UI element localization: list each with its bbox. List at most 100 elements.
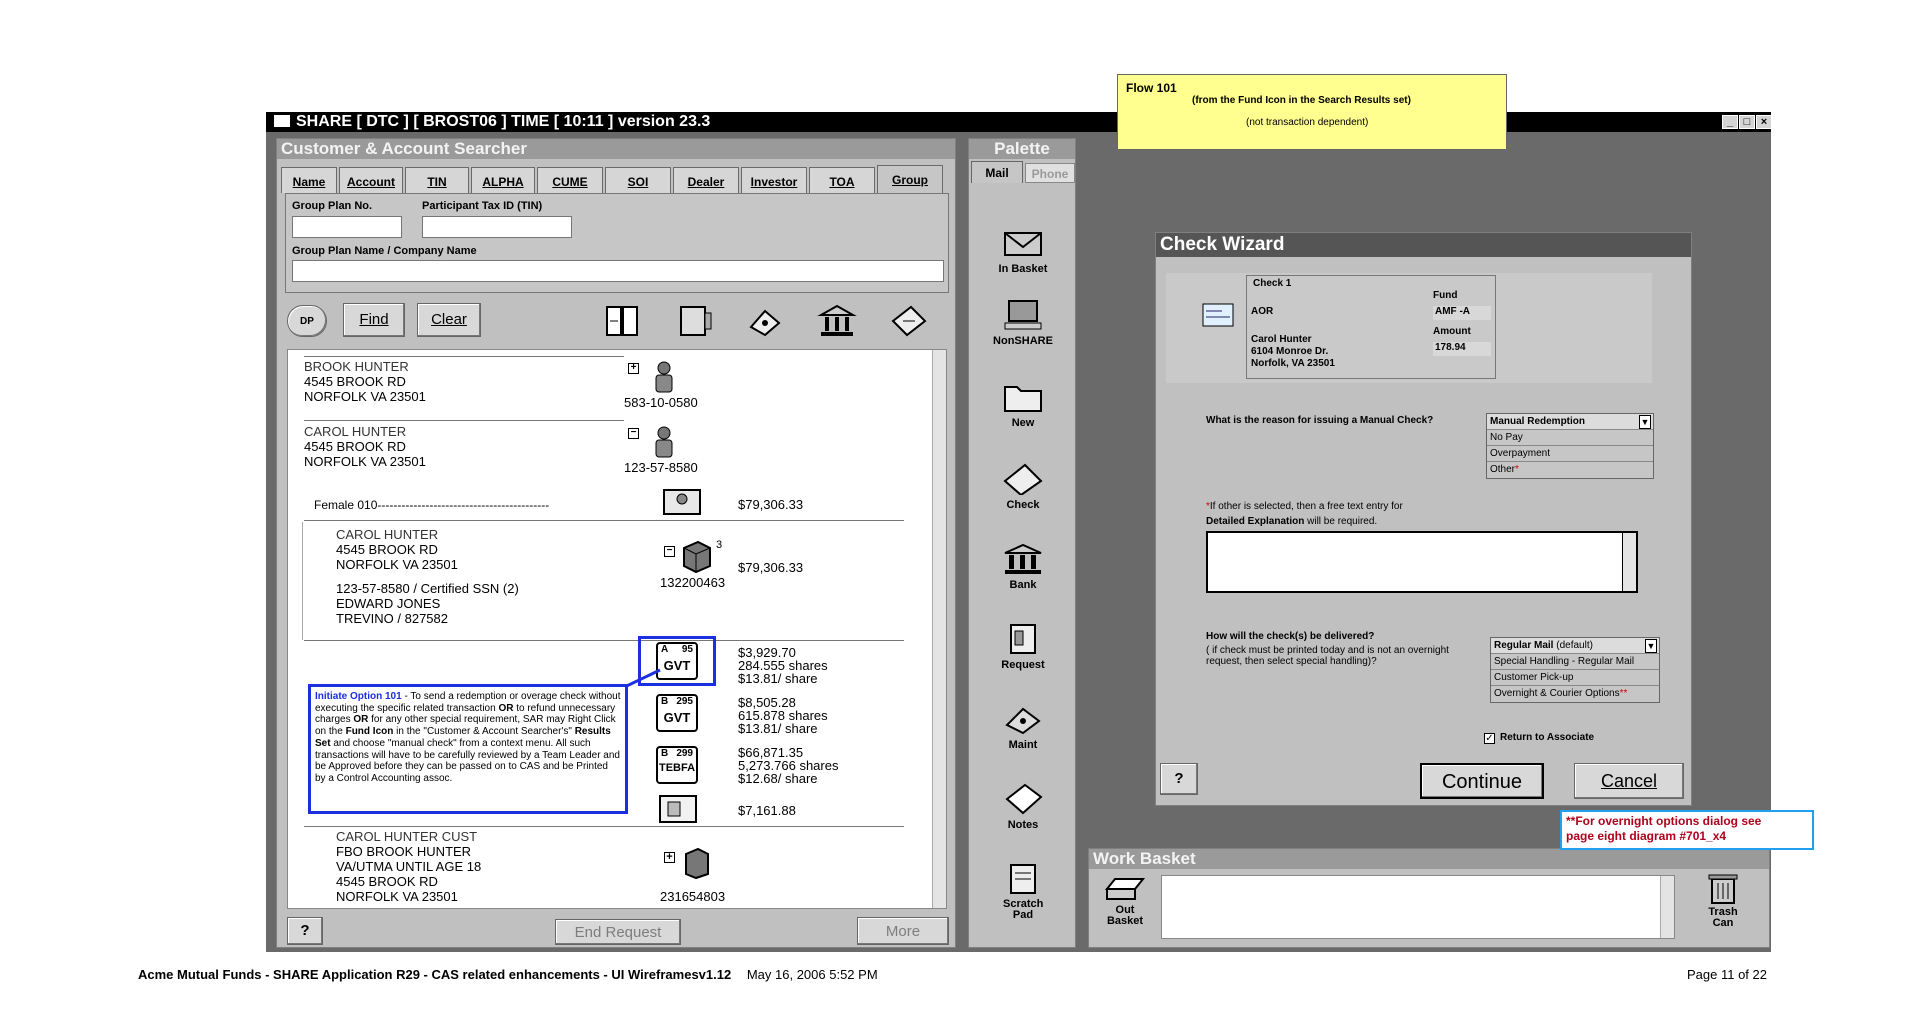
tab-account[interactable]: Account [339,167,403,193]
expand-icon[interactable]: + [664,852,675,863]
tab-tin[interactable]: TIN [405,167,469,193]
return-label: Return to Associate [1500,732,1595,743]
reason-select[interactable]: Manual Redemption ▼ No Pay Overpayment O… [1486,413,1654,479]
entry-addr2: NORFOLK VA 23501 [304,389,426,404]
footer-document-title: Acme Mutual Funds - SHARE Application R2… [138,967,878,982]
maximize-icon[interactable]: □ [1739,115,1755,129]
collapse-icon[interactable]: − [664,546,675,557]
palette-request[interactable]: Request [969,623,1077,671]
explanation-scrollbar[interactable] [1622,533,1636,591]
tab-name[interactable]: Name [281,167,337,193]
tab-phone[interactable]: Phone [1025,163,1075,183]
expand-icon[interactable]: + [628,363,639,374]
overnight-line-2: page eight diagram #701_x4 [1566,829,1727,843]
tab-cume[interactable]: CUME [537,167,603,193]
fund-price: $13.81/ share [738,721,818,736]
delivery-note-2: request, then select special handling)? [1206,656,1377,667]
portfolio-icon[interactable] [662,488,702,516]
group-plan-input[interactable] [292,216,402,238]
dp-button[interactable]: DP [287,305,327,337]
close-icon[interactable]: × [1756,115,1772,129]
palette-in-basket[interactable]: In Basket [969,227,1077,275]
phone-icon[interactable] [745,303,785,339]
return-checkbox[interactable]: ✓ [1484,733,1495,744]
group-plan-name-input[interactable] [292,260,944,282]
person-icon[interactable] [650,360,678,394]
explain-note-2: Detailed Explanation will be required. [1206,516,1378,527]
trash-can-button[interactable]: Trash Can [1693,871,1753,929]
tab-toa[interactable]: TOA [809,167,875,193]
palette-check[interactable]: Check [969,463,1077,511]
delivery-option[interactable]: Customer Pick-up [1491,670,1659,686]
account-cube-icon[interactable] [682,846,712,880]
palette-scratch-pad[interactable]: Scratch Pad [969,863,1077,921]
fund-icon[interactable]: B 299 TEBFA [656,746,698,784]
reason-option[interactable]: Manual Redemption [1487,414,1653,430]
cancel-button[interactable]: Cancel [1574,763,1684,799]
group-plan-label: Group Plan No. [292,200,373,212]
out-basket-icon [1104,878,1146,900]
results-scrollbar[interactable] [932,350,946,908]
fund-value: AMF -A [1433,306,1491,320]
palette-new[interactable]: New [969,381,1077,429]
reason-option[interactable]: Overpayment [1487,446,1653,462]
collapse-icon[interactable]: − [628,428,639,439]
reason-option[interactable]: Other* [1487,462,1653,478]
check-icon[interactable] [889,303,929,339]
out-basket-button[interactable]: Out Basket [1097,875,1153,927]
female-row-label: Female 010------------------------------… [314,498,550,512]
wizard-help-button[interactable]: ? [1160,763,1198,795]
bank-icon[interactable] [817,303,857,339]
delivery-option[interactable]: Special Handling - Regular Mail [1491,654,1659,670]
more-button[interactable]: More [857,917,949,945]
work-basket-scrollbar[interactable] [1660,876,1674,938]
dropdown-arrow-icon[interactable]: ▼ [1645,639,1657,653]
flow-line-1: (from the Fund Icon in the Search Result… [1192,95,1411,106]
search-results[interactable]: BROOK HUNTER 4545 BROOK RD NORFOLK VA 23… [287,349,947,909]
clear-button[interactable]: Clear [417,303,481,337]
participant-tin-input[interactable] [422,216,572,238]
account-count: 3 [716,539,723,551]
tab-investor[interactable]: Investor [741,167,807,193]
tab-dealer[interactable]: Dealer [673,167,739,193]
help-button[interactable]: ? [287,917,323,945]
customer-account-searcher: Customer & Account Searcher Name Account… [276,138,956,948]
initiate-option-annotation: Initiate Option 101 - To send a redempti… [308,684,628,814]
flow-line-2: (not transaction dependent) [1246,117,1369,128]
documents-icon[interactable] [603,303,643,339]
account-addr1: 4545 BROOK RD [336,542,438,557]
documents-icon[interactable] [658,794,698,824]
folder-icon [1004,386,1042,412]
person-icon[interactable] [650,425,678,459]
continue-button[interactable]: Continue [1420,763,1544,799]
cust-line-1: CAROL HUNTER CUST [336,829,478,844]
tab-group[interactable]: Group [877,165,943,195]
cust-line-4: 4545 BROOK RD [336,874,438,889]
trash-icon [1708,874,1738,904]
request-icon [1010,624,1036,654]
explanation-textarea[interactable] [1206,531,1638,593]
check-icon [1003,463,1043,495]
tab-alpha[interactable]: ALPHA [471,167,535,193]
reason-option[interactable]: No Pay [1487,430,1653,446]
minimize-icon[interactable]: _ [1722,115,1738,129]
tab-soi[interactable]: SOI [605,167,671,193]
bank-icon [1004,543,1042,574]
account-cube-icon[interactable] [680,538,714,574]
palette-maint[interactable]: Maint [969,703,1077,751]
dropdown-arrow-icon[interactable]: ▼ [1639,415,1651,429]
folder-book-icon[interactable] [675,303,715,339]
tab-mail[interactable]: Mail [971,161,1023,183]
delivery-select[interactable]: Regular Mail (default) ▼ Special Handlin… [1490,637,1660,703]
payee-addr2: Norfolk, VA 23501 [1251,358,1335,369]
delivery-option[interactable]: Overnight & Courier Options** [1491,686,1659,702]
find-button[interactable]: Find [343,303,405,337]
delivery-option[interactable]: Regular Mail (default) [1491,638,1659,654]
palette-nonshare[interactable]: NonSHARE [969,299,1077,347]
palette-bank[interactable]: Bank [969,543,1077,591]
end-request-button[interactable]: End Request [555,919,681,945]
reason-question: What is the reason for issuing a Manual … [1206,415,1434,426]
work-basket-list[interactable] [1161,875,1675,939]
palette-notes[interactable]: Notes [969,783,1077,831]
window-title: SHARE [ DTC ] [ BROST06 ] TIME [ 10:11 ]… [296,113,711,130]
